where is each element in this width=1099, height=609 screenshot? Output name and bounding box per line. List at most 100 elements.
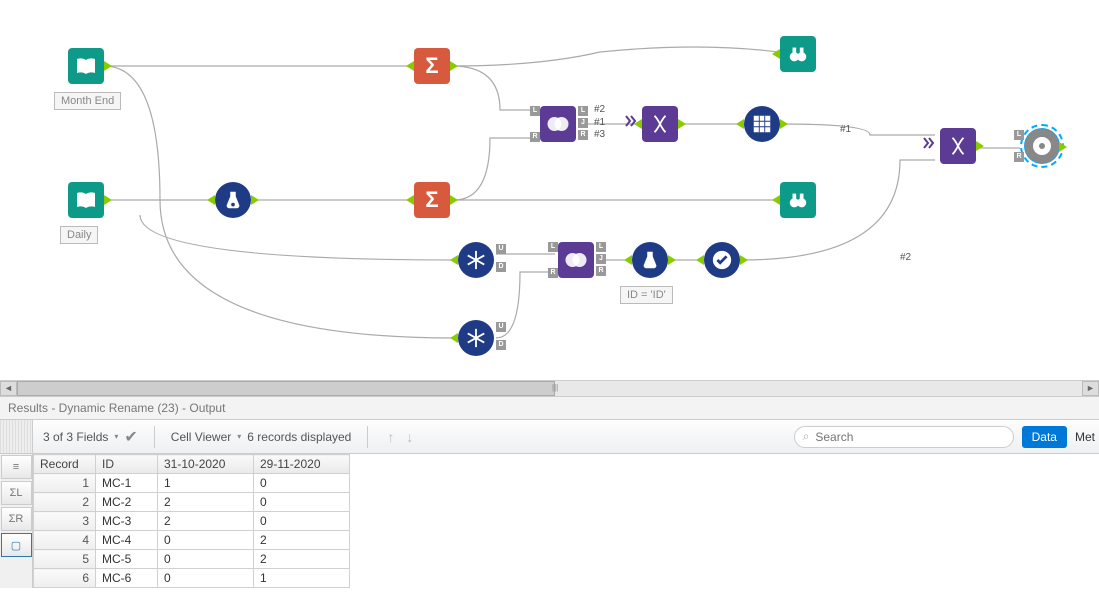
binoculars-icon [787,189,809,211]
col-header-record[interactable]: Record [34,455,96,474]
results-toolbar: 3 of 3 Fields ▾ ✔ Cell Viewer ▾ 6 record… [0,420,1099,454]
scroll-grip-icon: ||| [552,383,558,392]
beaker-icon [639,249,661,271]
cell-record: 5 [34,550,96,569]
snowflake-icon [465,249,487,271]
results-body: ≡ ΣL ΣR ▢ Record ID 31-10-2020 29-11-202… [0,454,1099,588]
unique-tool-2[interactable] [458,320,494,356]
fields-dropdown[interactable]: ▾ [114,432,118,441]
cell-date2: 0 [254,474,350,493]
toolbar-divider [154,426,155,448]
union-anchor-1-label: #1 [840,124,851,135]
results-table[interactable]: Record ID 31-10-2020 29-11-2020 1MC-1102… [33,454,350,588]
scroll-right-button[interactable]: ► [1082,381,1099,396]
cell-id: MC-5 [96,550,158,569]
toolbar-grip[interactable] [0,420,33,453]
join-tool-2[interactable] [558,242,594,278]
input-label-month-end: Month End [54,92,121,110]
cell-viewer-dropdown[interactable]: ▾ [237,432,241,441]
join1-anchor-l-label: #2 [594,104,605,115]
cell-viewer-label: Cell Viewer [171,430,231,444]
summarize-tool-1[interactable]: Σ [414,48,450,84]
book-open-icon [74,188,98,212]
side-icon-sigma-l[interactable]: ΣL [1,481,32,505]
cell-id: MC-1 [96,474,158,493]
sigma-icon: Σ [425,53,438,79]
binoculars-icon [787,43,809,65]
data-tab-button[interactable]: Data [1022,426,1067,448]
cell-date1: 2 [158,512,254,531]
table-row[interactable]: 1MC-110 [34,474,350,493]
table-row[interactable]: 5MC-502 [34,550,350,569]
records-count-label: 6 records displayed [247,430,351,444]
cell-date2: 2 [254,550,350,569]
cell-record: 3 [34,512,96,531]
formula-tool-2[interactable] [632,242,668,278]
text-input-daily[interactable] [68,182,104,218]
table-row[interactable]: 3MC-320 [34,512,350,531]
input-label-daily: Daily [60,226,98,244]
cell-date2: 0 [254,512,350,531]
toolbar-divider [367,426,368,448]
join1-anchor-j-label: #1 [594,117,605,128]
cell-date1: 2 [158,493,254,512]
formula-tool-1[interactable] [215,182,251,218]
fields-apply-check[interactable]: ✔ [124,427,137,447]
dynamic-rename-tool-2[interactable] [940,128,976,164]
prev-result-button[interactable]: ↑ [384,429,397,445]
join1-anchor-r-label: #3 [594,129,605,140]
scroll-left-button[interactable]: ◄ [0,381,17,396]
table-header-row: Record ID 31-10-2020 29-11-2020 [34,455,350,474]
browse-tool-2[interactable] [780,182,816,218]
cell-id: MC-3 [96,512,158,531]
side-icon-list[interactable]: ≡ [1,455,32,479]
cell-date2: 0 [254,493,350,512]
scroll-track[interactable]: ||| [17,381,1082,396]
fields-count-label: 3 of 3 Fields [43,430,108,444]
browse-tool-1[interactable] [780,36,816,72]
col-header-date1[interactable]: 31-10-2020 [158,455,254,474]
side-icon-sigma-r[interactable]: ΣR [1,507,32,531]
table-row[interactable]: 2MC-220 [34,493,350,512]
table-row[interactable]: 6MC-601 [34,569,350,588]
search-input[interactable] [815,430,1004,444]
summarize-tool-2[interactable]: Σ [414,182,450,218]
unique-tool-1[interactable] [458,242,494,278]
col-header-date2[interactable]: 29-11-2020 [254,455,350,474]
text-input-month-end[interactable] [68,48,104,84]
cell-record: 4 [34,531,96,550]
cell-id: MC-6 [96,569,158,588]
workflow-canvas[interactable]: Month End Daily Σ Σ L R L J R #2 #1 #3 [0,0,1099,380]
join-icon [562,246,590,274]
table-row[interactable]: 4MC-402 [34,531,350,550]
cell-record: 1 [34,474,96,493]
output-tool[interactable] [1024,128,1060,164]
cell-date1: 0 [158,569,254,588]
snowflake-icon [465,327,487,349]
check-circle-icon [711,249,733,271]
col-header-id[interactable]: ID [96,455,158,474]
dna-icon [947,135,969,157]
crosstab-tool[interactable] [744,106,780,142]
chevrons-right-icon [624,114,638,128]
cell-date2: 1 [254,569,350,588]
join-tool-1[interactable] [540,106,576,142]
cell-record: 2 [34,493,96,512]
crosstab-icon [751,113,773,135]
cell-date1: 0 [158,550,254,569]
next-result-button[interactable]: ↓ [403,429,416,445]
canvas-horizontal-scrollbar[interactable]: ◄ ||| ► [0,380,1099,397]
scroll-thumb[interactable] [17,381,555,396]
select-tool[interactable] [704,242,740,278]
side-icon-output[interactable]: ▢ [1,533,32,557]
search-icon: ⌕ [803,429,810,444]
search-box[interactable]: ⌕ [794,426,1014,448]
cell-date1: 1 [158,474,254,493]
sigma-icon: Σ [425,187,438,213]
results-pane-title: Results - Dynamic Rename (23) - Output [0,397,1099,420]
join-icon [544,110,572,138]
dna-icon [649,113,671,135]
metadata-tab-button[interactable]: Met [1071,426,1099,448]
dynamic-rename-tool-1[interactable] [642,106,678,142]
chevrons-right-icon [922,136,936,150]
